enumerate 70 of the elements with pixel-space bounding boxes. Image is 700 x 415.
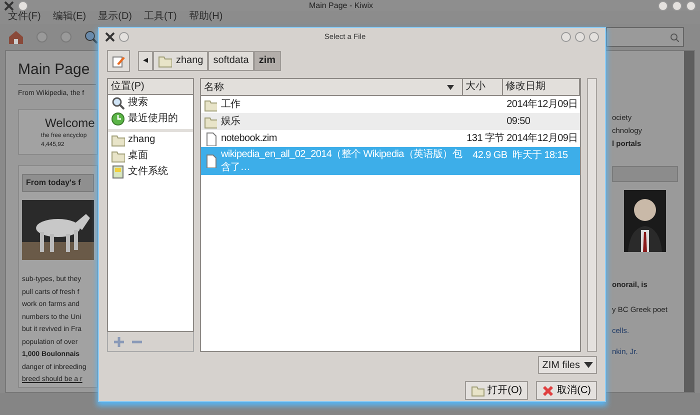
file-size: 42.9 GB (472, 150, 508, 161)
window-button[interactable] (119, 32, 129, 42)
window-button[interactable] (18, 0, 28, 10)
app-logo-icon (4, 0, 14, 10)
place-item[interactable]: 文件系统 (108, 164, 193, 180)
filter-label: ZIM files (542, 358, 580, 372)
file-name: 工作 (220, 98, 240, 111)
file-name: notebook.zim (220, 132, 277, 145)
welcome-title: Welcome (44, 115, 96, 132)
section-title: From today's f (22, 174, 94, 192)
folder-icon (111, 149, 125, 163)
column-header[interactable]: 位置(P) (108, 79, 193, 95)
menu-item[interactable]: 显示(D) (98, 11, 132, 24)
folder-icon (111, 133, 125, 147)
file-size: 131 字节 (466, 133, 504, 144)
search-icon (670, 32, 679, 42)
column-header[interactable]: 大小 (462, 79, 503, 95)
folder-icon (158, 54, 172, 68)
minimize-button[interactable] (561, 32, 571, 42)
file-date: 09:50 (506, 115, 532, 129)
sort-arrow-icon (446, 84, 454, 90)
drive-icon (111, 165, 125, 179)
place-item[interactable]: zhang (108, 132, 193, 148)
heading: Main Page (18, 59, 96, 84)
app-logo-icon (105, 32, 115, 42)
file-date: 2014年12月09日 (506, 132, 579, 146)
caret-icon (584, 362, 593, 368)
path-button[interactable]: zhang (153, 51, 208, 71)
menu-item[interactable]: 帮助(H) (188, 11, 223, 24)
folder-icon (470, 384, 485, 396)
menu-item[interactable]: 文件(F) (8, 11, 41, 24)
file-name: wikipedia_en_all_02_2014（整个 Wikipedia（英语版）包含了… (220, 148, 464, 174)
path-button[interactable]: zim (254, 51, 281, 71)
scrollbar[interactable] (684, 51, 694, 392)
menu-item[interactable]: 工具(T) (144, 11, 177, 24)
home-icon[interactable] (8, 30, 24, 44)
file-icon (204, 154, 217, 168)
scrollbar[interactable] (586, 78, 597, 352)
file-row[interactable]: 工作 2014年12月09日 (200, 96, 580, 113)
pencil-icon (112, 54, 125, 68)
path-button[interactable]: softdata (208, 51, 254, 71)
file-row[interactable]: notebook.zim 131 字节 2014年12月09日 (200, 130, 580, 147)
file-row[interactable]: 娱乐 09:50 (200, 113, 580, 130)
add-icon[interactable] (114, 336, 124, 346)
maximize-button[interactable] (575, 32, 585, 42)
cancel-icon (542, 384, 554, 396)
place-item[interactable]: 桌面 (108, 148, 193, 164)
close-button[interactable] (589, 32, 599, 42)
edit-button[interactable] (107, 50, 130, 72)
zoom-icon[interactable] (84, 30, 98, 44)
column-header[interactable]: 修改日期 (502, 79, 580, 95)
folder-icon (204, 98, 217, 112)
file-date: 昨天于 18:15 (512, 149, 569, 163)
filter-dropdown[interactable]: ZIM files (538, 356, 597, 374)
place-item[interactable]: 搜索 (108, 95, 193, 111)
window-title: Main Page - Kiwix (308, 0, 374, 12)
search-icon (111, 96, 125, 110)
place-item[interactable]: 最近使用的 (108, 111, 193, 127)
search-field[interactable] (606, 27, 684, 47)
file-name: 娱乐 (220, 115, 240, 128)
cancel-button[interactable]: 取消(C) (536, 381, 597, 400)
clock-icon (111, 112, 125, 126)
folder-icon (204, 114, 217, 128)
section-header (612, 166, 678, 182)
file-icon (204, 132, 217, 146)
scroll-left-button[interactable]: ◂ (138, 51, 153, 71)
column-header[interactable]: 名称 (200, 79, 463, 95)
file-date: 2014年12月09日 (506, 98, 579, 112)
menu-item[interactable]: 编辑(E) (52, 11, 86, 24)
open-button[interactable]: 打开(O) (464, 381, 528, 400)
